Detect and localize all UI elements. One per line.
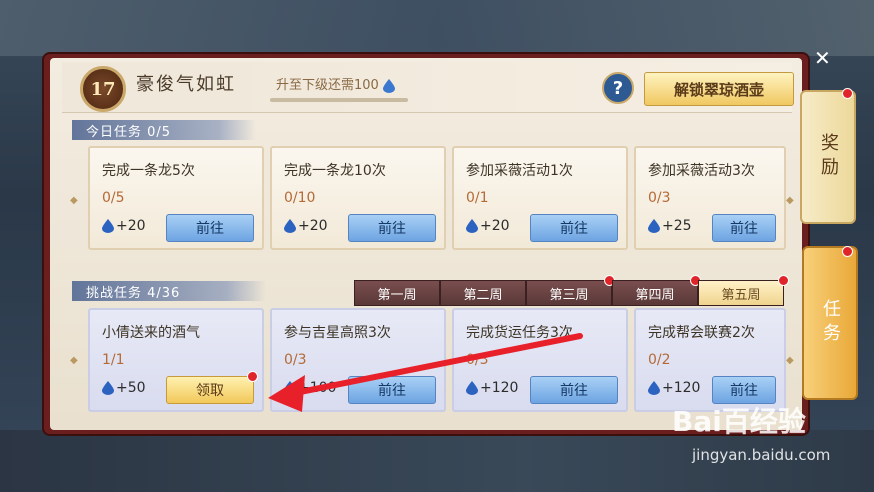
watermark-url: jingyan.baidu.com xyxy=(692,446,831,464)
watermark-brand: Bai百经验 xyxy=(672,405,806,438)
